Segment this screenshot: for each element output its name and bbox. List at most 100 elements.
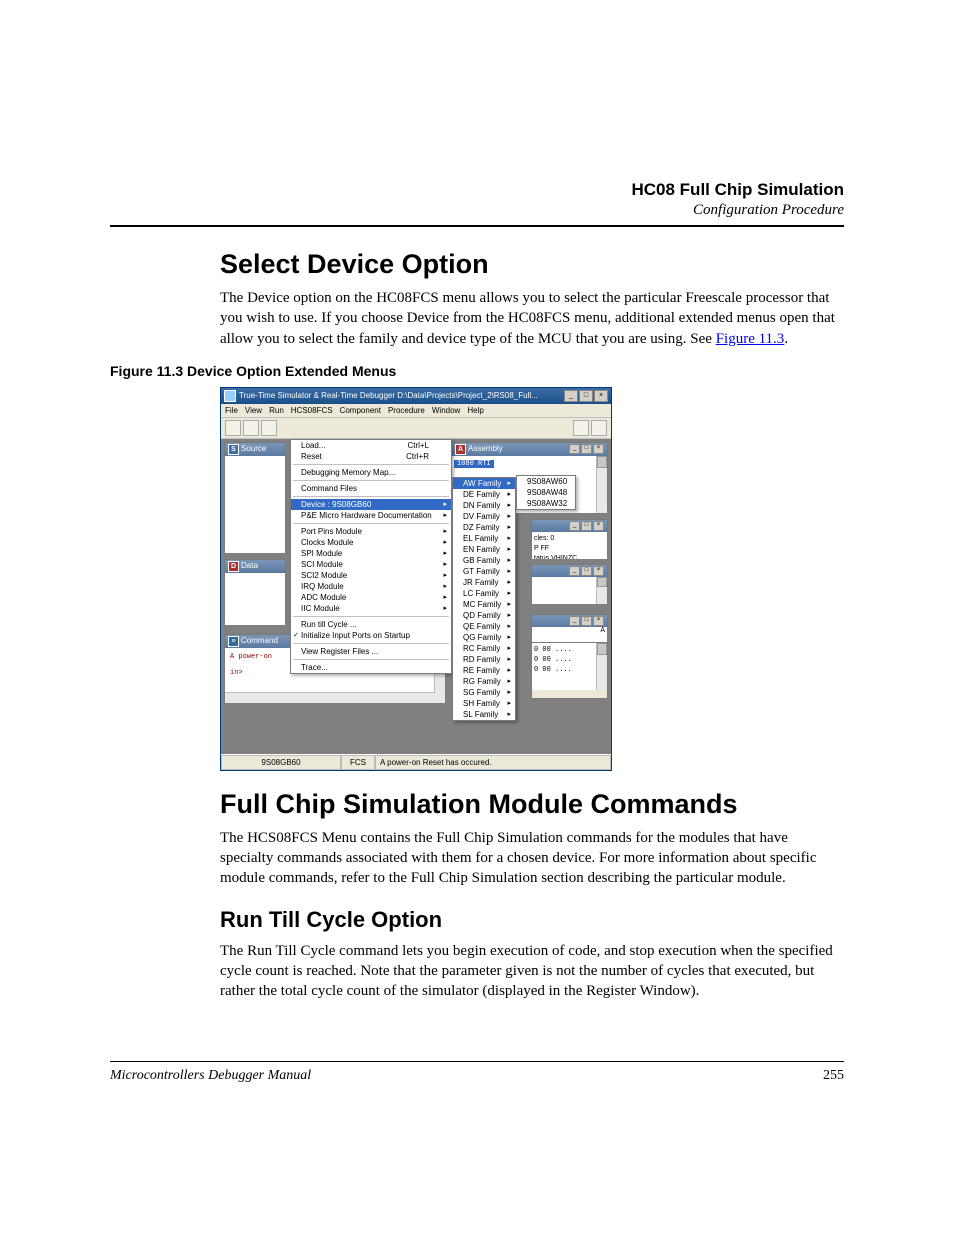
mdi-client-area: SSource DData ≡Command A power-on in> — [221, 439, 611, 754]
figure-caption: Figure 11.3 Device Option Extended Menus — [110, 363, 844, 379]
menu-separator — [293, 659, 449, 660]
header-rule — [110, 225, 844, 227]
menu-separator — [293, 496, 449, 497]
close-button[interactable]: × — [594, 390, 608, 402]
menu-item[interactable]: ADC Module — [291, 592, 451, 603]
mdi-register-window: _□× cles: 0 P FF tatus VHINZC — [531, 519, 608, 556]
mdi-close-icon[interactable]: × — [593, 444, 604, 454]
toolbar-save-icon[interactable] — [261, 420, 277, 436]
menu-item[interactable]: DZ Family — [453, 522, 515, 533]
menu-run[interactable]: Run — [269, 406, 284, 415]
menu-separator — [293, 464, 449, 465]
menu-item[interactable]: RG Family — [453, 676, 515, 687]
menu-item[interactable]: ResetCtrl+R — [291, 451, 451, 462]
status-message: A power-on Reset has occured. — [375, 755, 611, 770]
assembly-line: 1080 RTI — [454, 460, 494, 468]
maximize-button[interactable]: □ — [579, 390, 593, 402]
menu-item[interactable]: RE Family — [453, 665, 515, 676]
menu-item[interactable]: Debugging Memory Map... — [291, 467, 451, 478]
mem-line: 0 00 .... — [534, 655, 605, 665]
reg-p: P FF — [534, 544, 605, 554]
toolbar-open-icon[interactable] — [243, 420, 259, 436]
status-mode: FCS — [341, 755, 375, 770]
menu-view[interactable]: View — [245, 406, 262, 415]
heading-fcs-commands: Full Chip Simulation Module Commands — [110, 789, 844, 820]
statusbar: 9S08GB60 FCS A power-on Reset has occure… — [221, 754, 611, 770]
menu-item[interactable]: IIC Module — [291, 603, 451, 614]
mdi-source-title: Source — [241, 444, 266, 453]
menu-item[interactable]: SH Family — [453, 698, 515, 709]
toolbar-help-icon[interactable] — [591, 420, 607, 436]
mdi-data-title: Data — [241, 561, 258, 570]
running-header: HC08 Full Chip Simulation Configuration … — [110, 180, 844, 219]
menu-item[interactable]: QG Family — [453, 632, 515, 643]
toolbar-new-icon[interactable] — [225, 420, 241, 436]
menu-item[interactable]: Device : 9S08GB60 — [291, 499, 451, 510]
header-title: HC08 Full Chip Simulation — [110, 180, 844, 200]
mdi-min-icon[interactable]: _ — [569, 444, 580, 454]
toolbar-reset-icon[interactable] — [573, 420, 589, 436]
menu-item[interactable]: SPI Module — [291, 548, 451, 559]
menu-item[interactable]: IRQ Module — [291, 581, 451, 592]
device-list-submenu: 9S08AW609S08AW489S08AW32 — [516, 475, 576, 510]
menu-item[interactable]: SG Family — [453, 687, 515, 698]
minimize-button[interactable]: _ — [564, 390, 578, 402]
menu-separator — [293, 523, 449, 524]
menu-item[interactable]: LC Family — [453, 588, 515, 599]
mem-annot: A — [600, 627, 605, 634]
menu-item[interactable]: SL Family — [453, 709, 515, 720]
titlebar: True-Time Simulator & Real-Time Debugger… — [221, 388, 611, 404]
mdi-assembly-title: Assembly — [468, 444, 503, 453]
menu-item[interactable]: SCI2 Module — [291, 570, 451, 581]
menu-item[interactable]: Trace... — [291, 662, 451, 673]
menu-item[interactable]: RC Family — [453, 643, 515, 654]
app-title: True-Time Simulator & Real-Time Debugger… — [239, 391, 538, 400]
menu-item[interactable]: JR Family — [453, 577, 515, 588]
menu-file[interactable]: File — [225, 406, 238, 415]
reg-status: tatus VHINZC — [534, 554, 605, 559]
menu-item[interactable]: MC Family — [453, 599, 515, 610]
menu-item[interactable]: EL Family — [453, 533, 515, 544]
menu-item[interactable]: DN Family — [453, 500, 515, 511]
menu-item[interactable]: QE Family — [453, 621, 515, 632]
command-scrollbar-h[interactable] — [225, 692, 435, 703]
menu-item[interactable]: EN Family — [453, 544, 515, 555]
menu-item[interactable]: Initialize Input Ports on Startup — [291, 630, 451, 641]
device-family-submenu: AW FamilyDE FamilyDN FamilyDV FamilyDZ F… — [452, 477, 516, 721]
menu-item[interactable]: Command Files — [291, 483, 451, 494]
menu-separator — [293, 480, 449, 481]
menu-item[interactable]: GT Family — [453, 566, 515, 577]
menu-item[interactable]: Clocks Module — [291, 537, 451, 548]
menu-window[interactable]: Window — [432, 406, 460, 415]
menu-item[interactable]: DV Family — [453, 511, 515, 522]
menu-item[interactable]: Run till Cycle ... — [291, 619, 451, 630]
menu-procedure[interactable]: Procedure — [388, 406, 425, 415]
mdi-max-icon[interactable]: □ — [581, 444, 592, 454]
assembly-scrollbar[interactable] — [596, 456, 607, 513]
menu-item[interactable]: SCI Module — [291, 559, 451, 570]
menu-item[interactable]: 9S08AW60 — [517, 476, 575, 487]
menu-component[interactable]: Component — [340, 406, 381, 415]
toolbar — [221, 418, 611, 439]
status-device: 9S08GB60 — [221, 755, 341, 770]
menu-help[interactable]: Help — [467, 406, 483, 415]
mdi-panel-2: _□× — [531, 564, 608, 601]
menu-item[interactable]: GB Family — [453, 555, 515, 566]
heading-run-till-cycle: Run Till Cycle Option — [110, 907, 844, 933]
figure-ref-link[interactable]: Figure 11.3 — [716, 331, 785, 347]
menu-separator — [293, 643, 449, 644]
menu-item[interactable]: RD Family — [453, 654, 515, 665]
menu-item[interactable]: 9S08AW32 — [517, 498, 575, 509]
para-run-till-cycle: The Run Till Cycle command lets you begi… — [110, 941, 844, 1002]
menu-item[interactable]: 9S08AW48 — [517, 487, 575, 498]
menu-item[interactable]: View Register Files ... — [291, 646, 451, 657]
header-subtitle: Configuration Procedure — [110, 202, 844, 219]
menu-item[interactable]: Port Pins Module — [291, 526, 451, 537]
menu-item[interactable]: Load...Ctrl+L — [291, 440, 451, 451]
menu-hcs08fcs[interactable]: HCS08FCS — [291, 406, 333, 415]
mdi-source-window: SSource — [224, 442, 286, 549]
menu-item[interactable]: P&E Micro Hardware Documentation — [291, 510, 451, 521]
menu-item[interactable]: AW Family — [453, 478, 515, 489]
menu-item[interactable]: QD Family — [453, 610, 515, 621]
menu-item[interactable]: DE Family — [453, 489, 515, 500]
